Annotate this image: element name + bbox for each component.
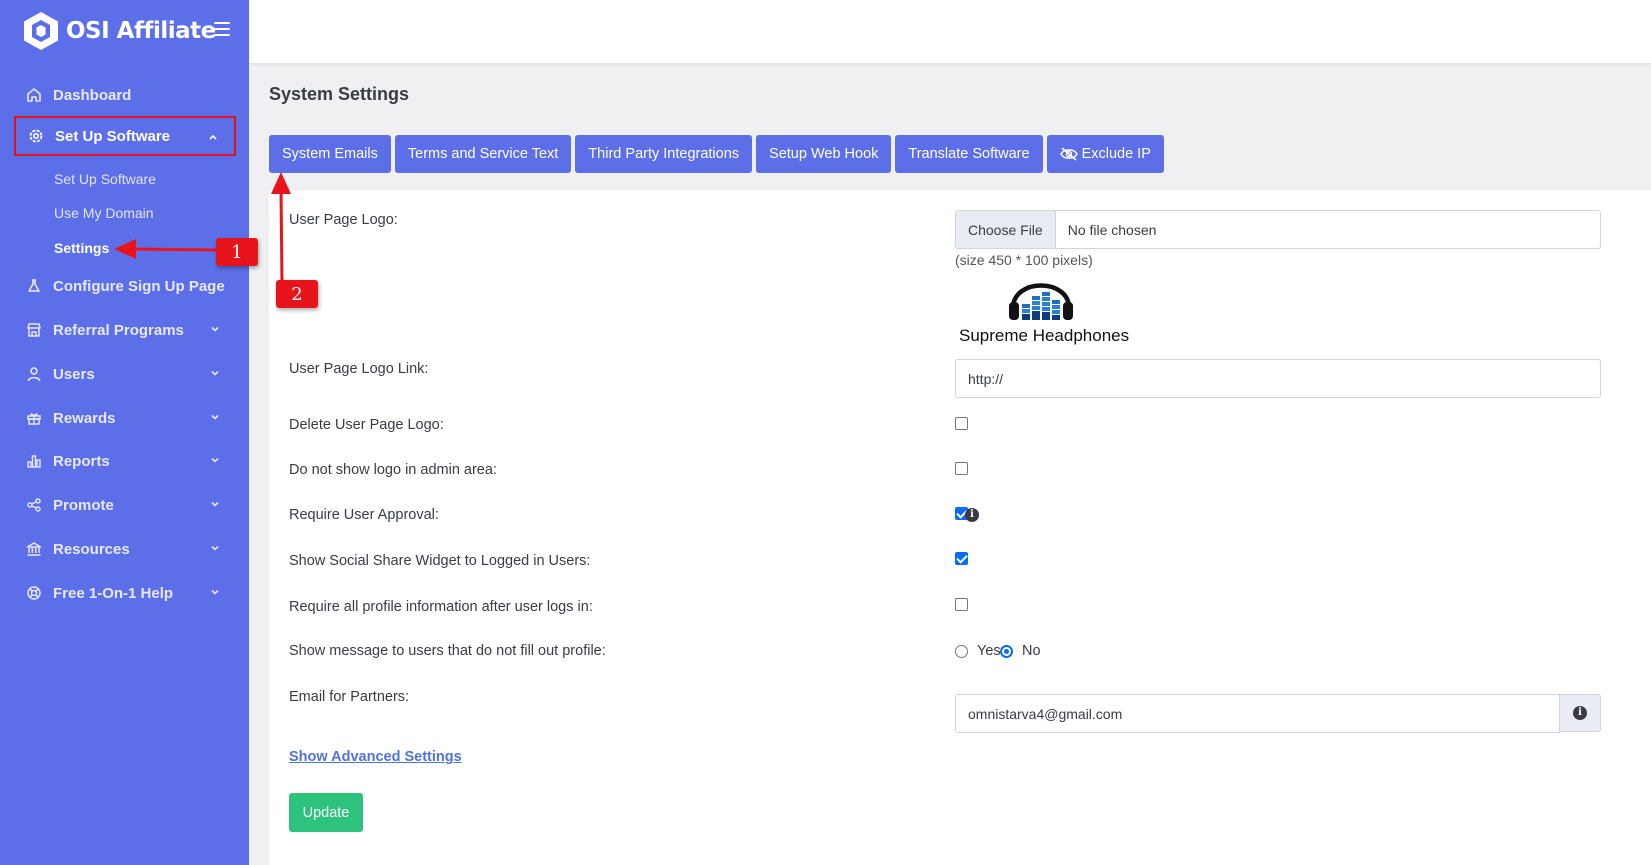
social-share-label: Show Social Share Widget to Logged in Us… [289,553,591,569]
sidebar-item-label: Referral Programs [53,321,184,339]
subnav-use-my-domain[interactable]: Use My Domain [54,205,154,221]
require-profile-label: Require all profile information after us… [289,599,593,615]
sidebar: OSI Affiliate Dashboard Set Up Software … [0,0,249,865]
sidebar-item-label: Reports [53,452,110,470]
sidebar-item-users[interactable]: Users [14,354,236,394]
tab-translate-software[interactable]: Translate Software [895,135,1043,173]
tab-label: Exclude IP [1081,146,1151,162]
subnav-settings[interactable]: Settings [54,240,109,256]
profile-message-yes-radio[interactable] [955,645,968,658]
partner-email-label: Email for Partners: [289,689,410,705]
sidebar-item-label: Set Up Software [55,127,171,145]
chevron-down-icon [211,326,219,332]
headphones-logo-icon [1009,283,1073,320]
tab-system-emails[interactable]: System Emails [269,135,391,173]
social-share-checkbox[interactable] [955,552,968,565]
chevron-down-icon [211,457,219,463]
show-advanced-settings-link[interactable]: Show Advanced Settings [289,749,462,765]
brand-name: OSI Affiliate [66,18,216,44]
chevron-down-icon [211,501,219,507]
lifebuoy-icon [27,586,41,600]
radio-no-label: No [1022,643,1041,659]
home-icon [27,88,41,102]
user-page-logo-file-input[interactable]: Choose File No file chosen [955,210,1601,249]
sidebar-item-label: Rewards [53,409,116,427]
tab-setup-web-hook[interactable]: Setup Web Hook [756,135,892,173]
sidebar-item-label: Free 1-On-1 Help [53,584,174,602]
require-profile-checkbox[interactable] [955,598,968,611]
bar-chart-icon [27,455,41,468]
sidebar-item-label: Configure Sign Up Page [53,277,225,295]
hide-admin-logo-label: Do not show logo in admin area: [289,462,497,478]
eye-slash-icon [1059,147,1078,161]
info-icon: i [1573,706,1587,720]
gift-icon [27,413,41,425]
partner-email-info-addon[interactable]: i [1559,694,1601,732]
sidebar-item-label: Users [53,365,95,383]
file-status: No file chosen [1067,221,1157,238]
hide-admin-logo-checkbox[interactable] [955,462,968,475]
choose-file-button[interactable]: Choose File [956,211,1056,248]
user-page-logo-label: User Page Logo: [289,212,398,228]
menu-toggle-icon[interactable] [214,22,230,36]
info-icon[interactable]: i [965,508,979,522]
tab-third-party-integrations[interactable]: Third Party Integrations [575,135,753,173]
top-bar [249,0,1651,64]
hexagon-logo-icon [24,12,58,50]
gear-icon [29,129,43,143]
chevron-down-icon [211,414,219,420]
sidebar-item-referral-programs[interactable]: Referral Programs [14,310,236,350]
sidebar-item-rewards[interactable]: Rewards [14,398,236,438]
chevron-down-icon [211,370,219,376]
sidebar-item-reports[interactable]: Reports [14,441,236,481]
logo-preview: Supreme Headphones [955,272,1135,348]
logo-size-hint: (size 450 * 100 pixels) [955,252,1093,268]
chevron-up-icon [209,134,217,140]
tab-exclude-ip[interactable]: Exclude IP [1046,135,1164,173]
tab-terms-and-service-text[interactable]: Terms and Service Text [394,135,572,173]
subnav-set-up-software[interactable]: Set Up Software [54,171,156,187]
flask-icon [28,279,40,292]
chevron-down-icon [211,589,219,595]
sidebar-item-resources[interactable]: Resources [14,529,236,569]
radio-yes-label: Yes [977,643,1001,659]
profile-message-no-radio[interactable] [1000,645,1013,658]
logo-link-label: User Page Logo Link: [289,361,429,377]
delete-logo-checkbox[interactable] [955,417,968,430]
share-icon [27,498,41,512]
page-title: System Settings [269,84,410,104]
brand[interactable]: OSI Affiliate [22,10,216,52]
sidebar-item-promote[interactable]: Promote [14,485,236,525]
store-icon [27,323,41,337]
sidebar-item-set-up-software[interactable]: Set Up Software [14,116,236,156]
bank-icon [26,542,42,556]
sidebar-item-configure-sign-up-page[interactable]: Configure Sign Up Page [14,266,236,306]
annotation-badge-1: 1 [216,238,258,266]
sidebar-item-label: Dashboard [53,86,132,104]
sidebar-item-label: Promote [53,496,114,514]
update-button[interactable]: Update [289,793,363,832]
chevron-down-icon [211,545,219,551]
sidebar-item-free-help[interactable]: Free 1-On-1 Help [14,573,236,613]
partner-email-input[interactable]: omnistarva4@gmail.com [955,694,1560,733]
require-approval-label: Require User Approval: [289,507,439,523]
annotation-badge-2: 2 [276,280,318,308]
settings-tabs: System Emails Terms and Service Text Thi… [269,135,1168,173]
logo-caption: Supreme Headphones [959,326,1130,345]
profile-message-label: Show message to users that do not fill o… [289,643,606,659]
sidebar-item-dashboard[interactable]: Dashboard [14,75,236,115]
sidebar-item-label: Resources [53,540,130,558]
logo-link-input[interactable]: http:// [955,359,1601,398]
user-icon [27,367,41,382]
delete-logo-label: Delete User Page Logo: [289,417,444,433]
